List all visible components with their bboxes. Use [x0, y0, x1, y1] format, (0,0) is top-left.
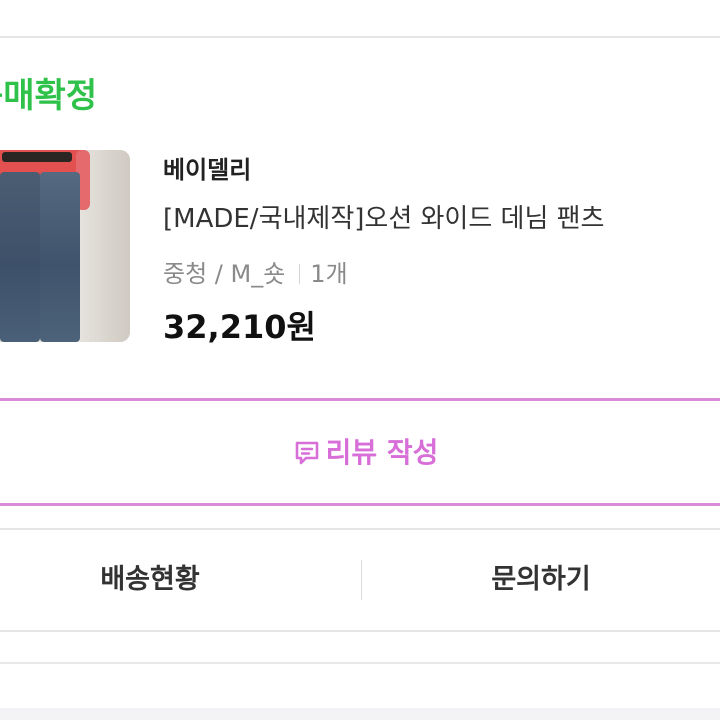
shipping-status-button[interactable]: 배송현황: [0, 530, 300, 630]
thumbnail-jeans-left: [0, 172, 40, 342]
option-divider: [299, 264, 301, 284]
product-quantity: 1개: [310, 260, 348, 288]
thumbnail-belt: [2, 152, 72, 162]
review-speech-icon: [294, 440, 320, 473]
order-action-bar: 배송현황 문의하기: [0, 528, 720, 632]
thumbnail-jeans-right: [40, 172, 80, 342]
order-detail-page: 구매확정 베이델리 [MADE/국내제작]오션 와이드 데님 팬츠 중청 / M…: [0, 0, 720, 720]
top-card-edge: [0, 0, 720, 38]
product-option-row: 중청 / M_숏 1개: [163, 254, 348, 289]
section-gap: [0, 708, 720, 720]
review-button-content: 리뷰 작성: [0, 431, 720, 473]
product-name[interactable]: [MADE/국내제작]오션 와이드 데님 팬츠: [163, 198, 720, 235]
product-thumbnail[interactable]: [0, 150, 130, 342]
inquiry-button[interactable]: 문의하기: [362, 530, 720, 630]
order-status-title: 구매확정: [0, 76, 98, 116]
product-price: 32,210원: [163, 308, 316, 346]
product-option: 중청 / M_숏: [163, 260, 286, 288]
review-button-label: 리뷰 작성: [325, 436, 439, 469]
write-review-button[interactable]: 리뷰 작성: [0, 398, 720, 506]
brand-name[interactable]: 베이델리: [163, 150, 251, 185]
